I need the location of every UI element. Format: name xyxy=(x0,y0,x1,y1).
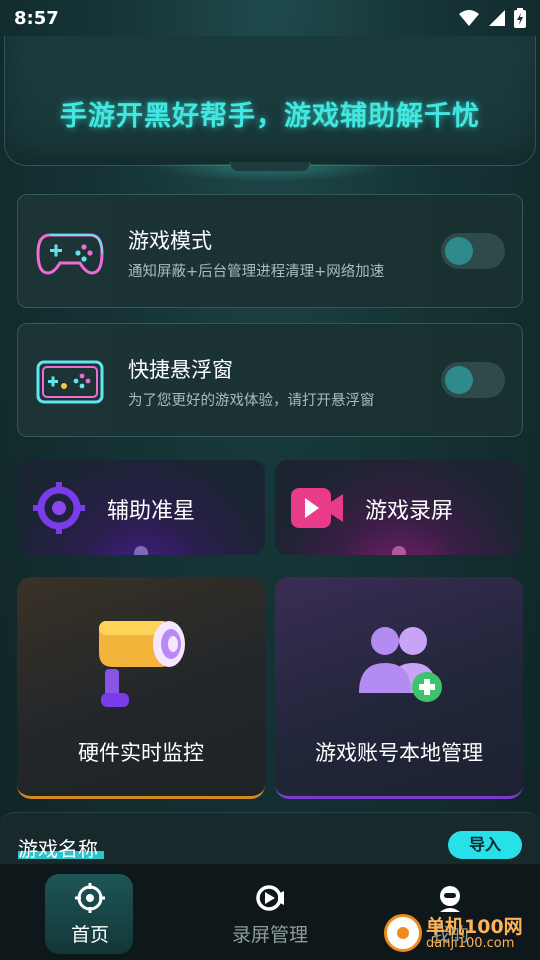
game-mode-toggle[interactable] xyxy=(441,233,505,269)
watermark-url: danji100.com xyxy=(426,936,515,951)
toggle-knob xyxy=(445,366,473,394)
aim-assist-label: 辅助准星 xyxy=(107,499,196,524)
watermark-logo: 单机100网 danji100.com xyxy=(384,910,534,956)
gamepad-icon xyxy=(36,233,104,275)
crosshair-icon xyxy=(33,482,85,534)
floating-window-card: 快捷悬浮窗 为了您更好的游戏体验，请打开悬浮窗 xyxy=(17,323,523,437)
floating-window-desc: 为了您更好的游戏体验，请打开悬浮窗 xyxy=(128,393,375,409)
nav-record-manage[interactable]: 录屏管理 xyxy=(180,864,360,960)
surveillance-camera-icon xyxy=(99,621,185,707)
status-time: 8:57 xyxy=(14,7,59,29)
video-camera-icon xyxy=(291,488,343,528)
banner-tab xyxy=(230,162,310,172)
target-icon xyxy=(75,883,105,913)
aim-assist-card[interactable]: 辅助准星 xyxy=(17,460,265,555)
banner-title: 手游开黑好帮手，游戏辅助解千忧 xyxy=(60,101,480,132)
game-mode-desc: 通知屏蔽+后台管理进程清理+网络加速 xyxy=(128,264,385,280)
toggle-knob xyxy=(445,237,473,265)
game-mode-card: 游戏模式 通知屏蔽+后台管理进程清理+网络加速 xyxy=(17,194,523,308)
wifi-icon xyxy=(459,10,479,26)
floating-window-toggle[interactable] xyxy=(441,362,505,398)
bottom-nav: 首页 录屏管理 我的 单机100网 danji100.com xyxy=(0,864,540,960)
nav-record-label: 录屏管理 xyxy=(231,924,308,946)
account-manager-card[interactable]: 游戏账号本地管理 xyxy=(275,577,523,799)
nav-home-label: 首页 xyxy=(70,924,109,946)
game-record-label: 游戏录屏 xyxy=(365,499,454,524)
watermark-name: 单机100网 xyxy=(426,916,523,938)
hardware-monitor-label: 硬件实时监控 xyxy=(78,741,204,765)
card-glow-dot xyxy=(392,546,406,555)
nav-home[interactable]: 首页 xyxy=(0,864,180,960)
header-banner: 手游开黑好帮手，游戏辅助解千忧 xyxy=(0,36,540,186)
status-bar: 8:57 xyxy=(0,0,540,36)
import-button[interactable]: 导入 xyxy=(448,831,522,859)
floating-window-title: 快捷悬浮窗 xyxy=(128,358,233,382)
signal-icon xyxy=(489,10,505,26)
watermark-circle-icon xyxy=(384,914,422,952)
account-manager-label: 游戏账号本地管理 xyxy=(315,741,483,765)
card-glow-dot xyxy=(134,546,148,555)
game-list-title: 游戏名称 xyxy=(18,837,98,861)
game-record-card[interactable]: 游戏录屏 xyxy=(275,460,523,555)
record-icon xyxy=(256,885,284,911)
battery-icon xyxy=(514,8,526,28)
game-mode-title: 游戏模式 xyxy=(128,229,212,253)
user-group-icon xyxy=(359,627,442,702)
status-icons xyxy=(458,8,526,28)
handheld-console-icon xyxy=(36,360,104,404)
hardware-monitor-card[interactable]: 硬件实时监控 xyxy=(17,577,265,799)
